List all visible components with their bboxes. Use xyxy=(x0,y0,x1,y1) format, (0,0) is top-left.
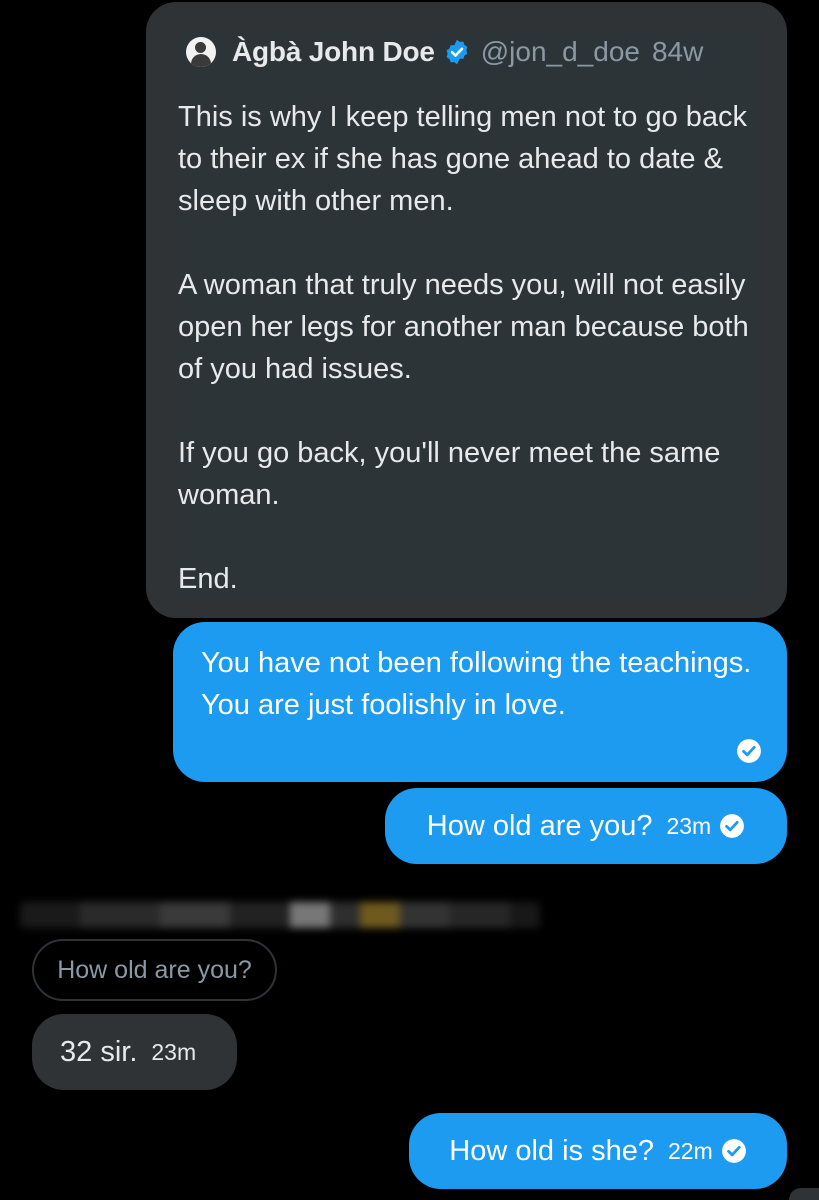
author-handle[interactable]: @jon_d_doe xyxy=(481,36,640,68)
quoted-tweet-header: Àgbà John Doe @jon_d_doe 84w xyxy=(186,32,703,72)
dm-conversation: Àgbà John Doe @jon_d_doe 84w This is why… xyxy=(0,0,819,1200)
tweet-timestamp: 84w xyxy=(651,36,704,67)
check-circle-icon xyxy=(720,814,745,838)
message-time: 23m xyxy=(666,812,712,839)
received-message-bubble[interactable]: 32 sir. 23m xyxy=(32,1014,237,1090)
author-name[interactable]: Àgbà John Doe xyxy=(232,36,435,68)
blurred-sender-name xyxy=(20,890,540,940)
message-time: 22m xyxy=(667,1137,713,1164)
author-avatar[interactable] xyxy=(186,37,216,67)
sent-message-bubble[interactable]: How old are you? 23m xyxy=(385,788,787,864)
quoted-tweet-text: This is why I keep telling men not to go… xyxy=(178,101,749,595)
message-text: 32 sir. xyxy=(60,1035,138,1068)
sent-message-bubble[interactable]: You have not been following the teaching… xyxy=(173,622,787,782)
reply-context-pill[interactable]: How old are you? xyxy=(32,939,277,1001)
check-circle-icon xyxy=(737,739,761,763)
message-time: 23m xyxy=(151,1038,197,1065)
message-text: You have not been following the teaching… xyxy=(201,647,752,721)
quoted-tweet-card[interactable]: Àgbà John Doe @jon_d_doe 84w This is why… xyxy=(178,32,756,595)
check-circle-icon xyxy=(721,1139,746,1163)
verified-badge-icon xyxy=(446,39,468,65)
message-text: How old are you? xyxy=(426,809,653,842)
reply-context-text: How old are you? xyxy=(57,955,252,984)
quoted-tweet-message[interactable]: Àgbà John Doe @jon_d_doe 84w This is why… xyxy=(146,2,787,618)
partial-message-bubble xyxy=(789,1188,819,1200)
sent-message-bubble[interactable]: How old is she? 22m xyxy=(409,1113,787,1189)
message-text: How old is she? xyxy=(449,1134,654,1167)
